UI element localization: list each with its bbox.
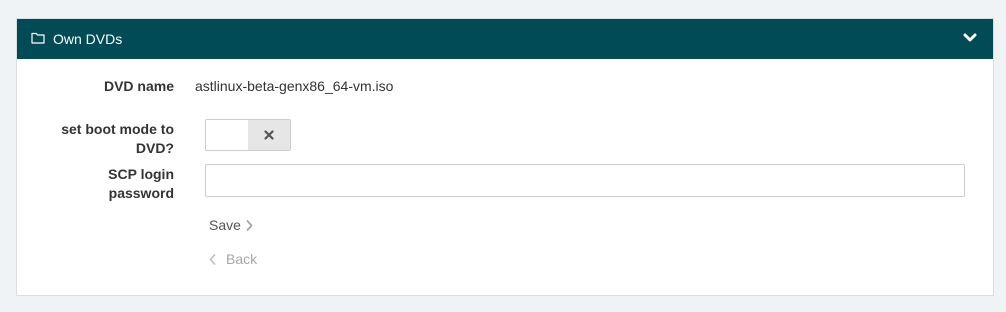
save-button-label: Save xyxy=(209,217,241,233)
folder-icon xyxy=(31,32,45,44)
boot-mode-toggle[interactable] xyxy=(205,119,291,151)
dvd-name-label: DVD name xyxy=(103,78,174,94)
chevron-right-icon xyxy=(246,219,253,231)
chevron-left-icon xyxy=(209,253,216,265)
boot-mode-label: set boot mode to DVD? xyxy=(61,121,174,156)
close-icon xyxy=(264,130,274,140)
scp-password-label: SCP login password xyxy=(108,166,174,201)
toggle-off-segment[interactable] xyxy=(248,120,290,150)
own-dvds-panel: Own DVDs DVD name astlinux-beta-genx86_6… xyxy=(16,18,994,296)
back-button[interactable]: Back xyxy=(209,251,257,267)
panel-title: Own DVDs xyxy=(53,31,123,47)
back-button-label: Back xyxy=(226,251,258,267)
save-button[interactable]: Save xyxy=(209,217,253,233)
dvd-name-value: astlinux-beta-genx86_64-vm.iso xyxy=(195,78,394,94)
panel-header[interactable]: Own DVDs xyxy=(17,19,993,59)
chevron-down-icon[interactable] xyxy=(963,32,977,44)
scp-password-field[interactable] xyxy=(205,164,965,197)
